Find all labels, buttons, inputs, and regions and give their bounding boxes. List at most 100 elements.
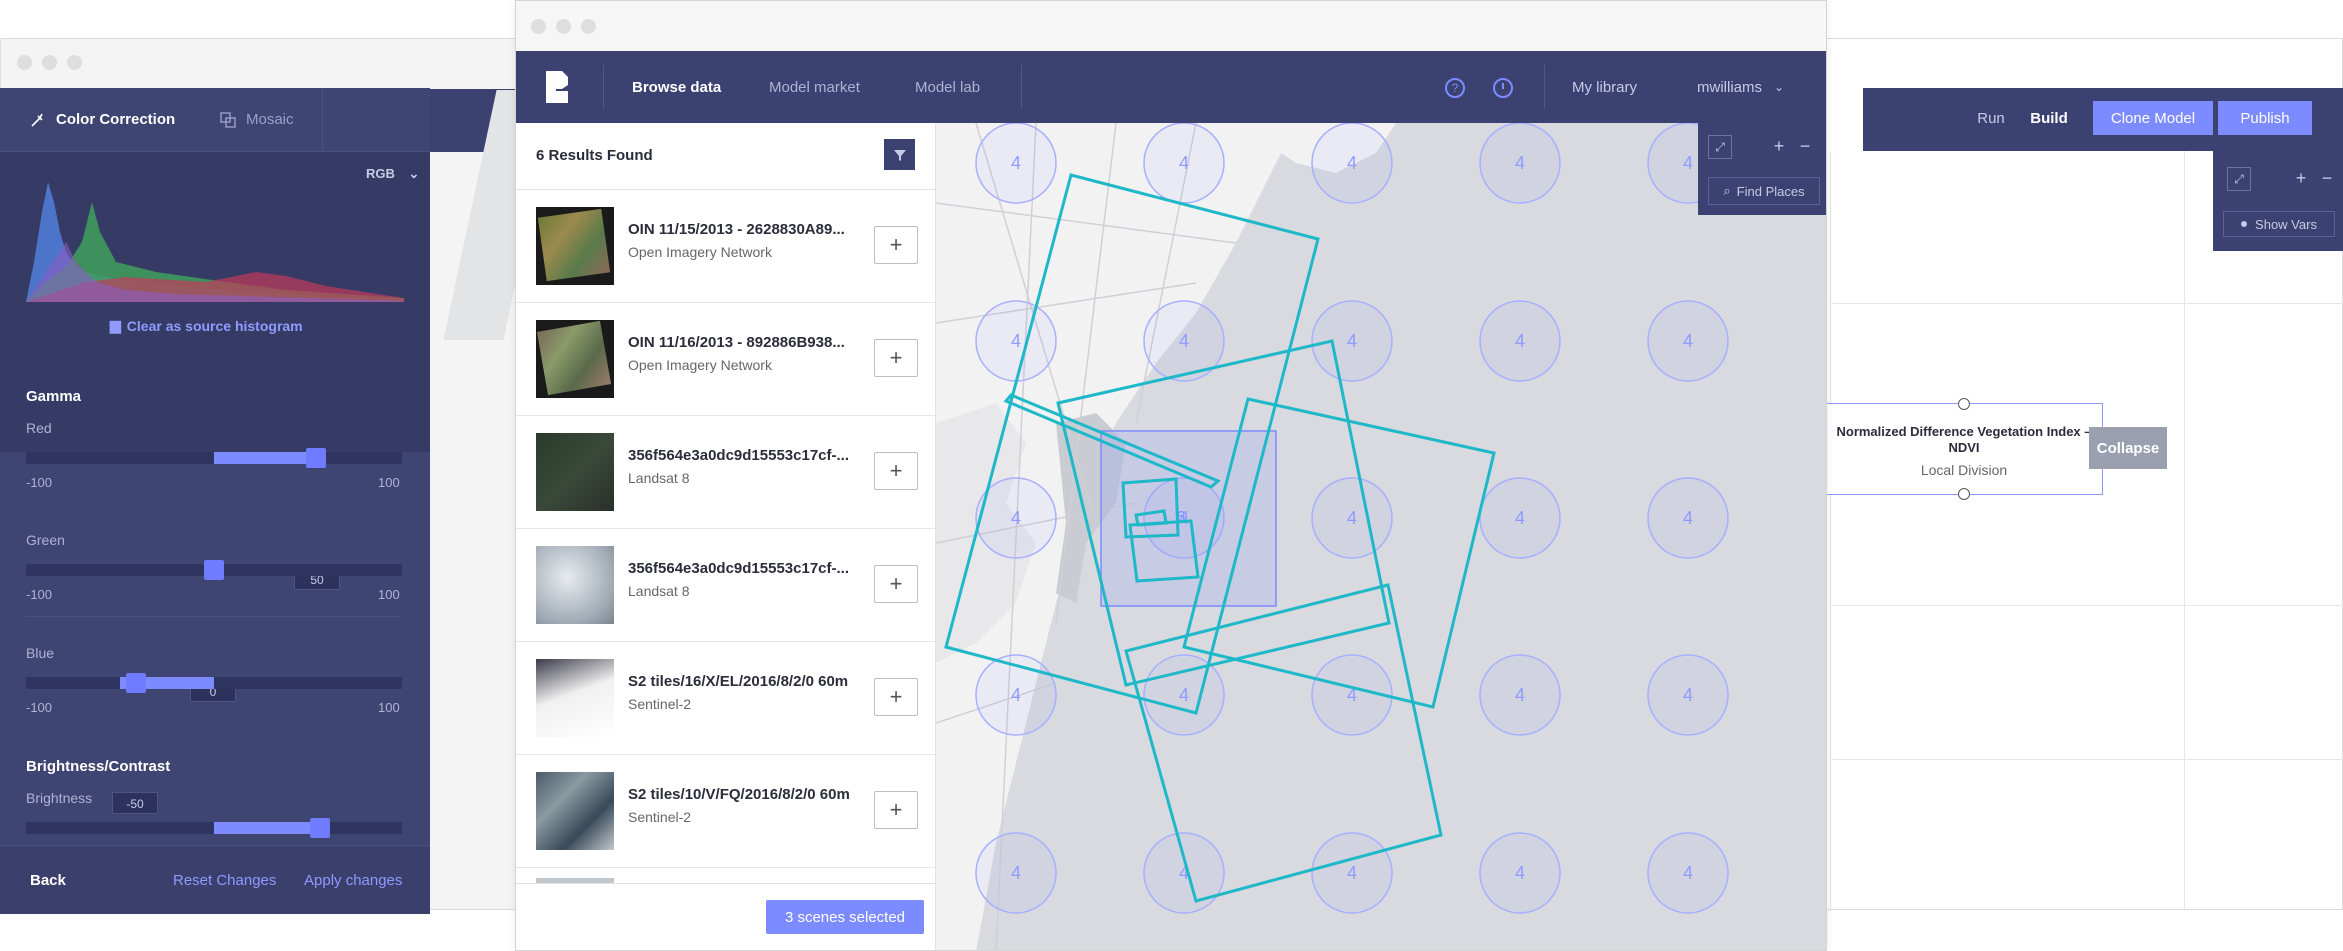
result-item[interactable]: S2 tiles/10/V/FQ/2016/8/2/0 60m Sentinel… <box>516 755 935 868</box>
help-icon[interactable]: ? <box>1445 78 1465 98</box>
result-item[interactable]: 356f564e3a0dc9d15553c17cf-... Landsat 8 … <box>516 416 935 529</box>
slider-fill <box>214 452 308 464</box>
collapse-button[interactable]: Collapse <box>2089 427 2167 469</box>
add-scene-button[interactable]: + <box>874 226 918 264</box>
selection-area[interactable] <box>1100 430 1277 607</box>
fit-view-icon[interactable]: ⤢ <box>1708 135 1732 159</box>
zoom-out-icon[interactable]: − <box>2316 167 2338 189</box>
result-title: OIN 11/16/2013 - 892886B938... <box>628 334 845 351</box>
add-scene-button[interactable]: + <box>874 791 918 829</box>
filter-button[interactable] <box>884 139 915 170</box>
red-max: 100 <box>378 475 400 490</box>
user-menu[interactable]: mwilliams ⌄ <box>1697 51 1784 123</box>
brightness-label: Brightness <box>26 790 93 806</box>
tab-label: Color Correction <box>56 111 176 128</box>
nav-browse-data[interactable]: Browse data <box>632 51 721 123</box>
brightness-slider[interactable] <box>26 818 402 838</box>
filter-icon <box>893 149 906 161</box>
result-source: Landsat 8 <box>628 470 690 486</box>
map-cluster-count: 4 <box>1515 508 1525 528</box>
nav-model-lab[interactable]: Model lab <box>915 51 980 123</box>
histogram-panel: RGB ⌄ ▆ Clear as source histogram <box>0 152 430 452</box>
slider-thumb[interactable] <box>204 560 224 580</box>
nav-my-library[interactable]: My library <box>1572 51 1637 123</box>
map-view[interactable]: 44444444444444444444444446 ⤢ + − ⌕ Find … <box>936 123 1826 950</box>
apply-changes-button[interactable]: Apply changes <box>304 846 402 914</box>
add-scene-button[interactable]: + <box>874 452 918 490</box>
toggle-dot-icon <box>2241 221 2248 227</box>
add-scene-button[interactable]: + <box>874 678 918 716</box>
nav-model-market[interactable]: Model market <box>769 51 860 123</box>
node-input-port[interactable] <box>1958 398 1970 410</box>
window-close-dot[interactable] <box>17 55 32 70</box>
map-cluster-count: 4 <box>1011 508 1021 528</box>
run-button[interactable]: Run <box>1966 101 2016 135</box>
publish-button[interactable]: Publish <box>2218 101 2312 135</box>
map-cluster-count: 4 <box>1683 863 1693 883</box>
blue-label: Blue <box>26 645 55 661</box>
find-places-label: Find Places <box>1736 183 1805 199</box>
chevron-down-icon: ⌄ <box>1774 80 1785 94</box>
red-min: -100 <box>26 475 53 490</box>
result-item[interactable]: 356f564e3a0dc9d15553c17cf-... Landsat 8 … <box>516 529 935 642</box>
result-title: S2 tiles/16/X/EL/2016/8/2/0 60m <box>628 673 849 690</box>
slider-thumb[interactable] <box>306 448 326 468</box>
chevron-down-icon: ⌄ <box>408 166 420 181</box>
clear-histogram-link[interactable]: ▆ Clear as source histogram <box>110 317 303 334</box>
show-vars-button[interactable]: Show Vars <box>2223 211 2335 237</box>
gamma-title: Gamma <box>26 388 82 405</box>
zoom-in-icon[interactable]: + <box>2290 167 2312 189</box>
window-minimize-dot[interactable] <box>556 19 571 34</box>
result-source: Sentinel-2 <box>628 809 692 825</box>
window-maximize-dot[interactable] <box>67 55 82 70</box>
find-places-input[interactable]: ⌕ Find Places <box>1708 177 1820 205</box>
result-item[interactable]: OIN 11/15/2013 - 2628830A89... Open Imag… <box>516 190 935 303</box>
scene-thumbnail <box>536 320 614 398</box>
builder-controls-panel: ⤢ + − Show Vars <box>2213 151 2343 251</box>
results-count: 6 Results Found <box>536 147 653 164</box>
tab-label: Mosaic <box>246 111 294 128</box>
scene-thumbnail <box>536 659 614 737</box>
green-slider[interactable] <box>26 560 402 580</box>
map-cluster-count: 4 <box>1011 331 1021 351</box>
builder-canvas-grid[interactable] <box>1830 151 2343 911</box>
zoom-out-icon[interactable]: − <box>1794 135 1816 157</box>
map-cluster-count: 4 <box>1347 863 1357 883</box>
color-correction-icon <box>30 112 46 128</box>
clone-model-button[interactable]: Clone Model <box>2093 101 2213 135</box>
blue-value[interactable]: -50 <box>112 792 158 814</box>
history-icon[interactable] <box>1493 78 1513 98</box>
window-minimize-dot[interactable] <box>42 55 57 70</box>
add-scene-button[interactable]: + <box>874 339 918 377</box>
main-titlebar <box>516 1 1826 51</box>
node-output-port[interactable] <box>1958 488 1970 500</box>
fit-view-icon[interactable]: ⤢ <box>2227 167 2251 191</box>
add-scene-button[interactable]: + <box>874 565 918 603</box>
scenes-selected-button[interactable]: 3 scenes selected <box>766 900 924 934</box>
green-min: -100 <box>26 587 53 602</box>
build-button[interactable]: Build <box>2024 101 2074 135</box>
reset-changes-button[interactable]: Reset Changes <box>173 846 276 914</box>
window-maximize-dot[interactable] <box>581 19 596 34</box>
map-cluster-count: 4 <box>1683 331 1693 351</box>
blue-slider[interactable] <box>26 673 402 693</box>
result-title: 356f564e3a0dc9d15553c17cf-... <box>628 560 850 577</box>
scene-thumbnail <box>536 207 614 285</box>
zoom-in-icon[interactable]: + <box>1768 135 1790 157</box>
app-logo-icon[interactable] <box>544 69 572 105</box>
map-cluster-count: 4 <box>1347 153 1357 173</box>
back-button[interactable]: Back <box>30 846 66 914</box>
slider-thumb[interactable] <box>310 818 330 838</box>
result-item[interactable]: S2 tiles/16/X/EL/2016/8/2/0 60m Sentinel… <box>516 642 935 755</box>
tab-color-correction[interactable]: Color Correction <box>30 88 175 151</box>
red-slider[interactable] <box>26 448 402 468</box>
map-cluster-count: 4 <box>1683 685 1693 705</box>
results-panel: 6 Results Found OIN 11/15/2013 - 2628830… <box>516 123 936 950</box>
result-source: Open Imagery Network <box>628 357 772 373</box>
ndvi-node[interactable]: Normalized Difference Vegetation Index –… <box>1823 398 2103 500</box>
window-close-dot[interactable] <box>531 19 546 34</box>
tab-mosaic[interactable]: Mosaic <box>220 88 294 151</box>
result-item[interactable]: OIN 11/16/2013 - 892886B938... Open Imag… <box>516 303 935 416</box>
green-max: 100 <box>378 587 400 602</box>
slider-thumb[interactable] <box>126 673 146 693</box>
